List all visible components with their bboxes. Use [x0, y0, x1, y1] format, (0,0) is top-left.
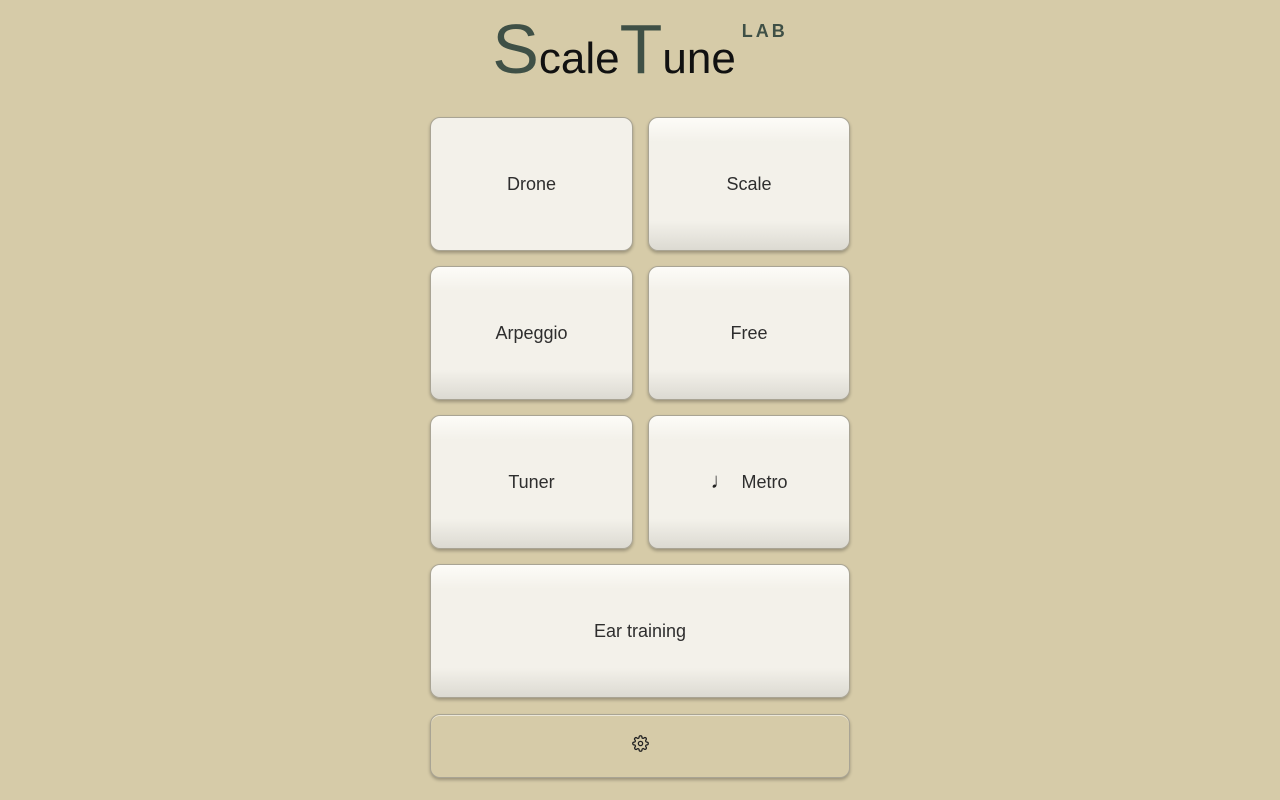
drone-button[interactable]: Drone: [430, 117, 633, 251]
app-logo: ScaleTuneLAB: [0, 14, 1280, 84]
free-button-label: Free: [730, 322, 768, 343]
logo-word-cale: cale: [538, 34, 620, 83]
metro-button-label: Metro: [741, 471, 788, 492]
tuner-button[interactable]: Tuner: [430, 415, 633, 549]
quarter-note-icon: ♩: [710, 468, 733, 493]
logo-initial-s: S: [492, 10, 539, 88]
gear-icon: [631, 735, 649, 757]
ear-training-button[interactable]: Ear training: [430, 564, 850, 698]
settings-button[interactable]: [430, 714, 850, 778]
arpeggio-button[interactable]: Arpeggio: [430, 266, 633, 400]
ear-training-button-label: Ear training: [593, 620, 687, 641]
logo-word-une: une: [662, 34, 736, 83]
arpeggio-button-label: Arpeggio: [495, 322, 568, 343]
scale-button[interactable]: Scale: [648, 117, 850, 251]
drone-button-label: Drone: [506, 173, 557, 194]
logo-suffix-lab: LAB: [741, 21, 788, 41]
scale-button-label: Scale: [726, 173, 772, 194]
metro-button[interactable]: ♩ Metro: [648, 415, 850, 549]
tuner-button-label: Tuner: [508, 471, 555, 492]
free-button[interactable]: Free: [648, 266, 850, 400]
home-screen: ScaleTuneLAB Drone Scale Arpeggio Free T…: [0, 0, 1280, 800]
logo-initial-t: T: [619, 10, 663, 88]
